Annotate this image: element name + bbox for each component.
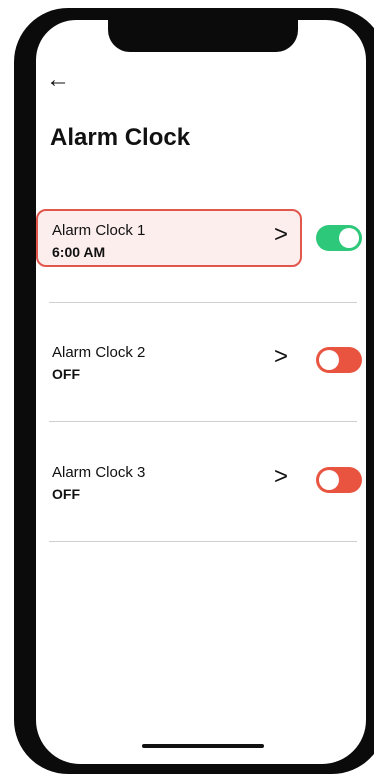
alarm-row-2[interactable]: Alarm Clock 2 OFF > (36, 331, 362, 389)
alarm-value-1: 6:00 AM (52, 244, 106, 260)
alarm-toggle-2[interactable] (316, 347, 362, 373)
toggle-knob (339, 228, 359, 248)
alarm-row-1[interactable]: Alarm Clock 1 6:00 AM > (36, 209, 362, 267)
back-arrow-icon[interactable]: ← (46, 68, 70, 92)
divider (49, 541, 357, 542)
phone-notch (108, 20, 298, 52)
alarm-name-3: Alarm Clock 3 (52, 464, 146, 481)
toggle-knob (319, 470, 339, 490)
alarm-value-3: OFF (52, 486, 80, 502)
chevron-right-icon[interactable]: > (274, 345, 288, 369)
alarm-row-3[interactable]: Alarm Clock 3 OFF > (36, 451, 362, 509)
alarm-name-2: Alarm Clock 2 (52, 344, 146, 361)
chevron-right-icon[interactable]: > (274, 465, 288, 489)
alarm-name-1: Alarm Clock 1 (52, 222, 146, 239)
divider (49, 302, 357, 303)
toggle-knob (319, 350, 339, 370)
chevron-right-icon[interactable]: > (274, 223, 288, 247)
divider (49, 421, 357, 422)
home-indicator (142, 744, 264, 748)
page-title: Alarm Clock (50, 124, 191, 151)
alarm-toggle-3[interactable] (316, 467, 362, 493)
alarm-toggle-1[interactable] (316, 225, 362, 251)
alarm-value-2: OFF (52, 366, 80, 382)
